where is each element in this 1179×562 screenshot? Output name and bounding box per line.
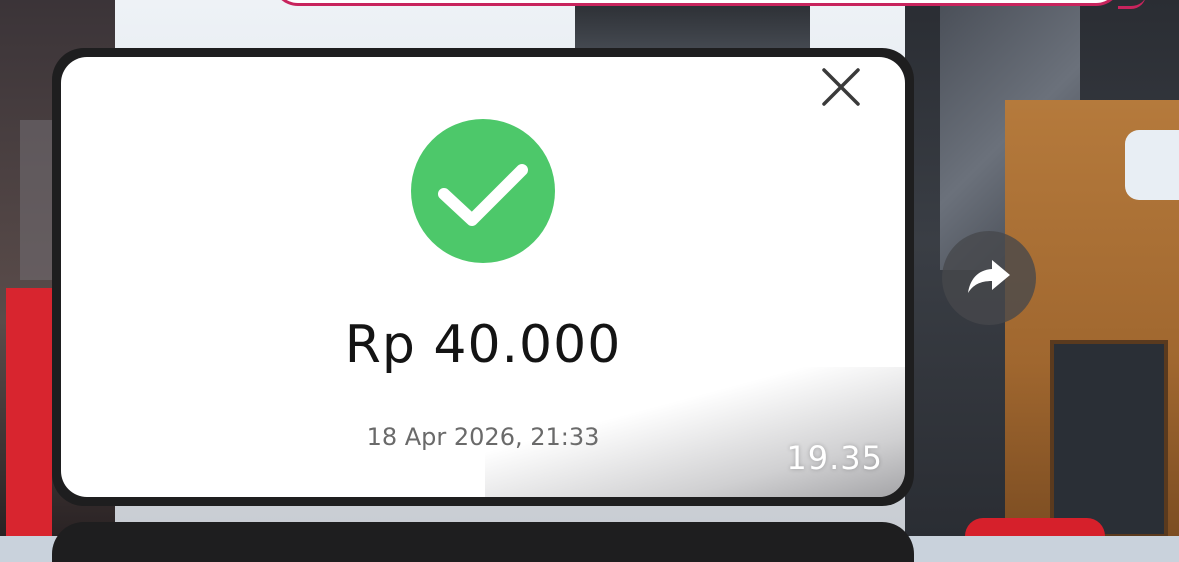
message-timestamp: 19.35 — [786, 439, 883, 477]
checkmark-circle-icon — [410, 118, 556, 264]
forward-arrow-icon — [966, 256, 1012, 300]
previous-message-bubble[interactable] — [272, 0, 1122, 6]
next-message-bubble[interactable] — [52, 522, 914, 562]
payment-amount: Rp 40.000 — [344, 315, 622, 375]
share-button[interactable] — [942, 231, 1036, 325]
close-icon — [821, 67, 861, 107]
payment-datetime: 18 Apr 2026, 21:33 — [366, 423, 600, 451]
payment-receipt-image[interactable]: Rp 40.000 18 Apr 2026, 21:33 19.35 — [61, 57, 905, 497]
image-message-bubble[interactable]: Rp 40.000 18 Apr 2026, 21:33 19.35 — [52, 48, 914, 506]
